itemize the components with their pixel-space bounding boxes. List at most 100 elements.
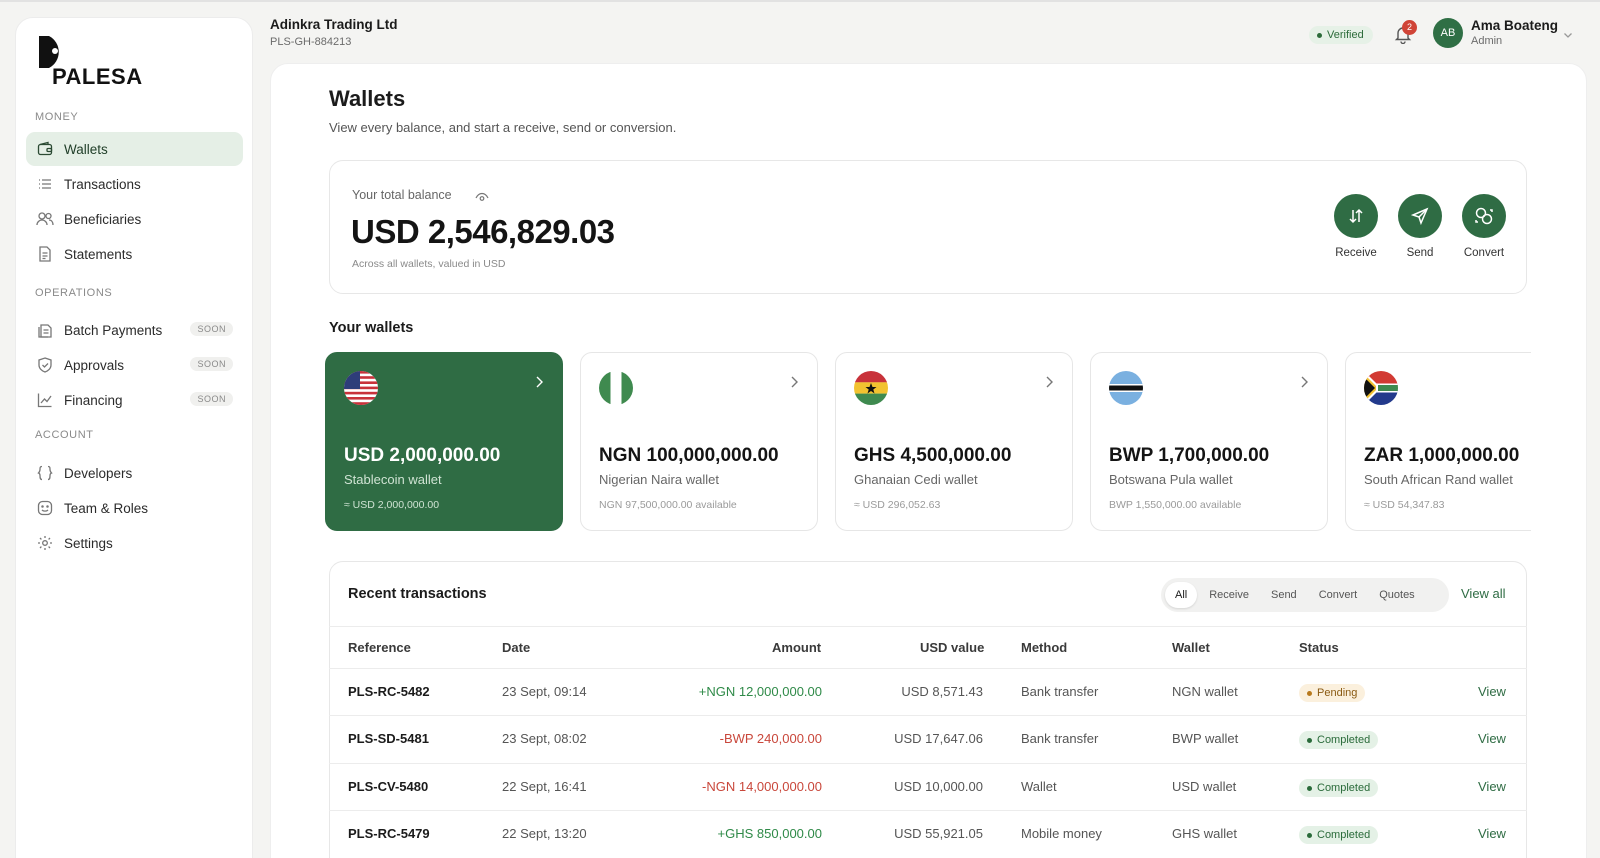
sidebar-item-label: Beneficiaries <box>64 211 142 227</box>
top-divider <box>0 0 1600 2</box>
status-badge: Completed <box>1299 731 1379 749</box>
za-flag-icon <box>1364 371 1398 405</box>
sidebar-item-label: Batch Payments <box>64 322 163 338</box>
sidebar-item-label: Transactions <box>64 176 141 192</box>
soon-badge: SOON <box>190 322 233 336</box>
cell-wallet: USD wallet <box>1172 779 1237 794</box>
recent-transactions-heading: Recent transactions <box>348 586 487 602</box>
sidebar-item-approvals[interactable]: Approvals SOON <box>26 348 243 382</box>
palesa-logo[interactable]: PALESA <box>33 36 153 89</box>
section-label-account: ACCOUNT <box>35 429 94 441</box>
brand-name: PALESA <box>52 64 143 89</box>
cell-date: 23 Sept, 09:14 <box>502 684 587 699</box>
gh-flag-icon <box>854 371 888 405</box>
wallet-card-ghs[interactable]: GHS 4,500,000.00 Ghanaian Cedi wallet ≈ … <box>835 352 1073 531</box>
column-header-reference: Reference <box>348 640 411 655</box>
chevron-right-icon <box>789 375 799 389</box>
org-id: PLS-GH-884213 <box>270 36 352 48</box>
sidebar-item-label: Developers <box>64 465 133 481</box>
wallet-name: Ghanaian Cedi wallet <box>854 472 978 487</box>
section-label-money: MONEY <box>35 111 79 123</box>
cell-amount: -BWP 240,000.00 <box>719 731 822 746</box>
view-button[interactable]: View <box>1478 826 1506 841</box>
sidebar-item-financing[interactable]: Financing SOON <box>26 383 243 417</box>
view-button[interactable]: View <box>1478 731 1506 746</box>
soon-badge: SOON <box>190 357 233 371</box>
sidebar-item-wallets[interactable]: Wallets <box>26 132 243 166</box>
sidebar-item-batch-payments[interactable]: Batch Payments SOON <box>26 313 243 347</box>
cell-amount: -NGN 14,000,000.00 <box>702 779 822 794</box>
sidebar-item-label: Team & Roles <box>64 500 149 516</box>
tab-send[interactable]: Send <box>1261 582 1307 608</box>
sidebar-item-beneficiaries[interactable]: Beneficiaries <box>26 202 243 236</box>
tab-convert[interactable]: Convert <box>1309 582 1368 608</box>
chevron-down-icon[interactable] <box>1563 27 1573 38</box>
your-wallets-heading: Your wallets <box>329 320 414 336</box>
us-flag-icon <box>344 371 378 405</box>
users-icon <box>36 210 54 228</box>
cell-method: Wallet <box>1021 779 1057 794</box>
avatar[interactable]: AB <box>1433 18 1463 48</box>
sidebar-item-developers[interactable]: Developers <box>26 456 243 490</box>
view-all-link[interactable]: View all <box>1461 586 1506 601</box>
convert-icon <box>1475 207 1493 225</box>
wallet-card-zar[interactable]: ZAR 1,000,000.00 South African Rand wall… <box>1345 352 1531 531</box>
eye-icon[interactable] <box>475 190 489 202</box>
view-button[interactable]: View <box>1478 684 1506 699</box>
wallet-subtext: ≈ USD 2,000,000.00 <box>344 499 440 511</box>
shield-check-icon <box>36 356 54 374</box>
wallet-icon <box>36 140 54 158</box>
sidebar-item-settings[interactable]: Settings <box>26 526 243 560</box>
cell-method: Bank transfer <box>1021 731 1099 746</box>
status-badge: Pending <box>1299 684 1366 702</box>
document-icon <box>36 245 54 263</box>
cell-reference: PLS-SD-5481 <box>348 731 429 746</box>
cell-date: 22 Sept, 16:41 <box>502 779 587 794</box>
wallet-name: Botswana Pula wallet <box>1109 472 1233 487</box>
cell-reference: PLS-RC-5482 <box>348 684 430 699</box>
sidebar-item-team-roles[interactable]: Team & Roles <box>26 491 243 525</box>
cell-wallet: BWP wallet <box>1172 731 1239 746</box>
notification-count-badge: 2 <box>1402 20 1417 35</box>
view-button[interactable]: View <box>1478 779 1506 794</box>
cell-date: 22 Sept, 13:20 <box>502 826 587 841</box>
cell-wallet: GHS wallet <box>1172 826 1238 841</box>
wallet-subtext: ≈ USD 54,347.83 <box>1364 499 1445 511</box>
sidebar-item-statements[interactable]: Statements <box>26 237 243 271</box>
smiley-icon <box>36 499 54 517</box>
cell-amount: +GHS 850,000.00 <box>717 826 822 841</box>
cell-wallet: NGN wallet <box>1172 684 1238 699</box>
receive-button[interactable] <box>1334 194 1378 238</box>
convert-button[interactable] <box>1462 194 1506 238</box>
chart-icon <box>36 391 54 409</box>
tab-quotes[interactable]: Quotes <box>1369 582 1424 608</box>
cell-method: Mobile money <box>1021 826 1102 841</box>
wallet-amount: USD 2,000,000.00 <box>344 445 501 466</box>
tab-all[interactable]: All <box>1165 582 1198 608</box>
batch-icon <box>36 321 54 339</box>
tab-receive[interactable]: Receive <box>1199 582 1259 608</box>
column-header-usd-value: USD value <box>920 640 985 655</box>
user-name[interactable]: Ama Boateng <box>1471 18 1558 33</box>
wallet-card-ngn[interactable]: NGN 100,000,000.00 Nigerian Naira wallet… <box>580 352 818 531</box>
wallet-subtext: ≈ USD 296,052.63 <box>854 499 941 511</box>
wallet-amount: BWP 1,700,000.00 <box>1109 445 1270 466</box>
sidebar-item-label: Statements <box>64 246 133 262</box>
send-button[interactable] <box>1398 194 1442 238</box>
divider <box>329 668 1527 669</box>
cell-usd-value: USD 17,647.06 <box>894 731 983 746</box>
user-role: Admin <box>1471 35 1503 47</box>
chevron-right-icon <box>534 375 544 389</box>
send-icon <box>1411 207 1429 225</box>
divider <box>329 810 1527 811</box>
wallet-card-bwp[interactable]: BWP 1,700,000.00 Botswana Pula wallet BW… <box>1090 352 1328 531</box>
arrows-up-down-icon <box>1349 208 1363 224</box>
wallet-name: Stablecoin wallet <box>344 472 442 487</box>
wallet-amount: NGN 100,000,000.00 <box>599 445 779 466</box>
wallet-name: South African Rand wallet <box>1364 472 1513 487</box>
column-header-method: Method <box>1021 640 1068 655</box>
verified-badge: Verified <box>1309 26 1373 44</box>
wallet-card-usd[interactable]: USD 2,000,000.00 Stablecoin wallet ≈ USD… <box>325 352 563 531</box>
sidebar-item-transactions[interactable]: Transactions <box>26 167 243 201</box>
cell-usd-value: USD 55,921.05 <box>894 826 983 841</box>
